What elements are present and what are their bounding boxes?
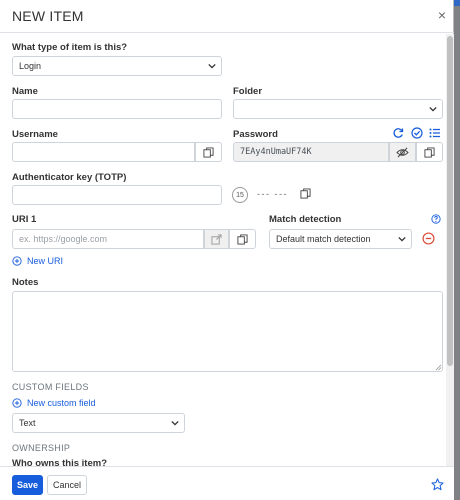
new-custom-field-link[interactable]: New custom field [12,398,96,408]
launch-icon [211,233,222,245]
dialog-body: What type of item is this? Login Name Fo… [0,34,454,466]
custom-field-type-select[interactable]: Text [12,413,185,433]
match-detection-value: Default match detection [276,234,371,244]
scrollbar-thumb[interactable] [447,36,453,366]
cancel-button[interactable]: Cancel [47,475,87,495]
clone-icon[interactable] [300,188,311,199]
new-item-dialog: NEW ITEM × What type of item is this? Lo… [0,0,454,500]
check-circle-icon[interactable] [411,127,423,139]
new-custom-field-label: New custom field [27,398,96,408]
chevron-down-icon [398,236,406,242]
uri-input[interactable]: ex. https://google.com [12,229,204,249]
custom-field-type-value: Text [19,418,36,428]
chevron-down-icon [208,63,216,69]
name-input[interactable] [12,99,222,119]
totp-code: --- --- [257,189,288,199]
eye-slash-icon [396,147,409,157]
item-type-label: What type of item is this? [12,42,128,53]
timer-icon: 15 [232,187,248,203]
username-label: Username [12,129,58,140]
new-uri-link[interactable]: New URI [12,256,63,266]
folder-select[interactable] [233,99,443,119]
clone-icon [424,146,435,158]
ownership-question: Who owns this item? [12,458,107,466]
username-input[interactable] [12,142,195,162]
list-icon[interactable] [429,127,441,139]
item-type-select[interactable]: Login [12,56,222,76]
totp-countdown: 15 [236,191,244,199]
notes-textarea[interactable] [12,291,443,372]
plus-circle-icon [12,398,22,408]
star-icon[interactable] [431,478,444,491]
close-icon[interactable]: × [438,7,446,23]
match-detection-label: Match detection [269,214,342,225]
launch-uri-button[interactable] [204,229,229,249]
generate-icon[interactable] [392,127,404,139]
custom-fields-heading: CUSTOM FIELDS [12,382,89,392]
copy-username-button[interactable] [195,142,222,162]
password-label: Password [233,129,278,140]
clone-icon [237,233,248,245]
uri-label: URI 1 [12,214,37,225]
uri-placeholder: ex. https://google.com [19,234,108,244]
name-label: Name [12,86,38,97]
folder-label: Folder [233,86,263,97]
scrollbar[interactable] [446,34,454,466]
copy-uri-button[interactable] [229,229,256,249]
item-type-value: Login [19,61,42,71]
copy-password-button[interactable] [416,142,443,162]
totp-input[interactable] [12,185,222,205]
help-icon[interactable] [431,214,441,224]
clone-icon [203,146,214,158]
totp-label: Authenticator key (TOTP) [12,172,127,183]
password-input[interactable]: 7EAy4nUmaUF74K [233,142,389,162]
chevron-down-icon [429,106,437,112]
new-uri-label: New URI [27,256,64,266]
match-detection-select[interactable]: Default match detection [269,229,412,249]
save-button[interactable]: Save [12,475,43,495]
resize-handle-icon[interactable] [435,364,442,371]
chevron-down-icon [171,420,179,426]
dialog-header: NEW ITEM × [0,0,454,33]
ownership-heading: OWNERSHIP [12,443,71,453]
remove-icon[interactable] [422,232,435,245]
plus-circle-icon [12,256,22,266]
toggle-password-visibility-button[interactable] [389,142,416,162]
dialog-title: NEW ITEM [12,8,84,24]
notes-label: Notes [12,277,39,288]
dialog-footer: Save Cancel [0,466,454,500]
